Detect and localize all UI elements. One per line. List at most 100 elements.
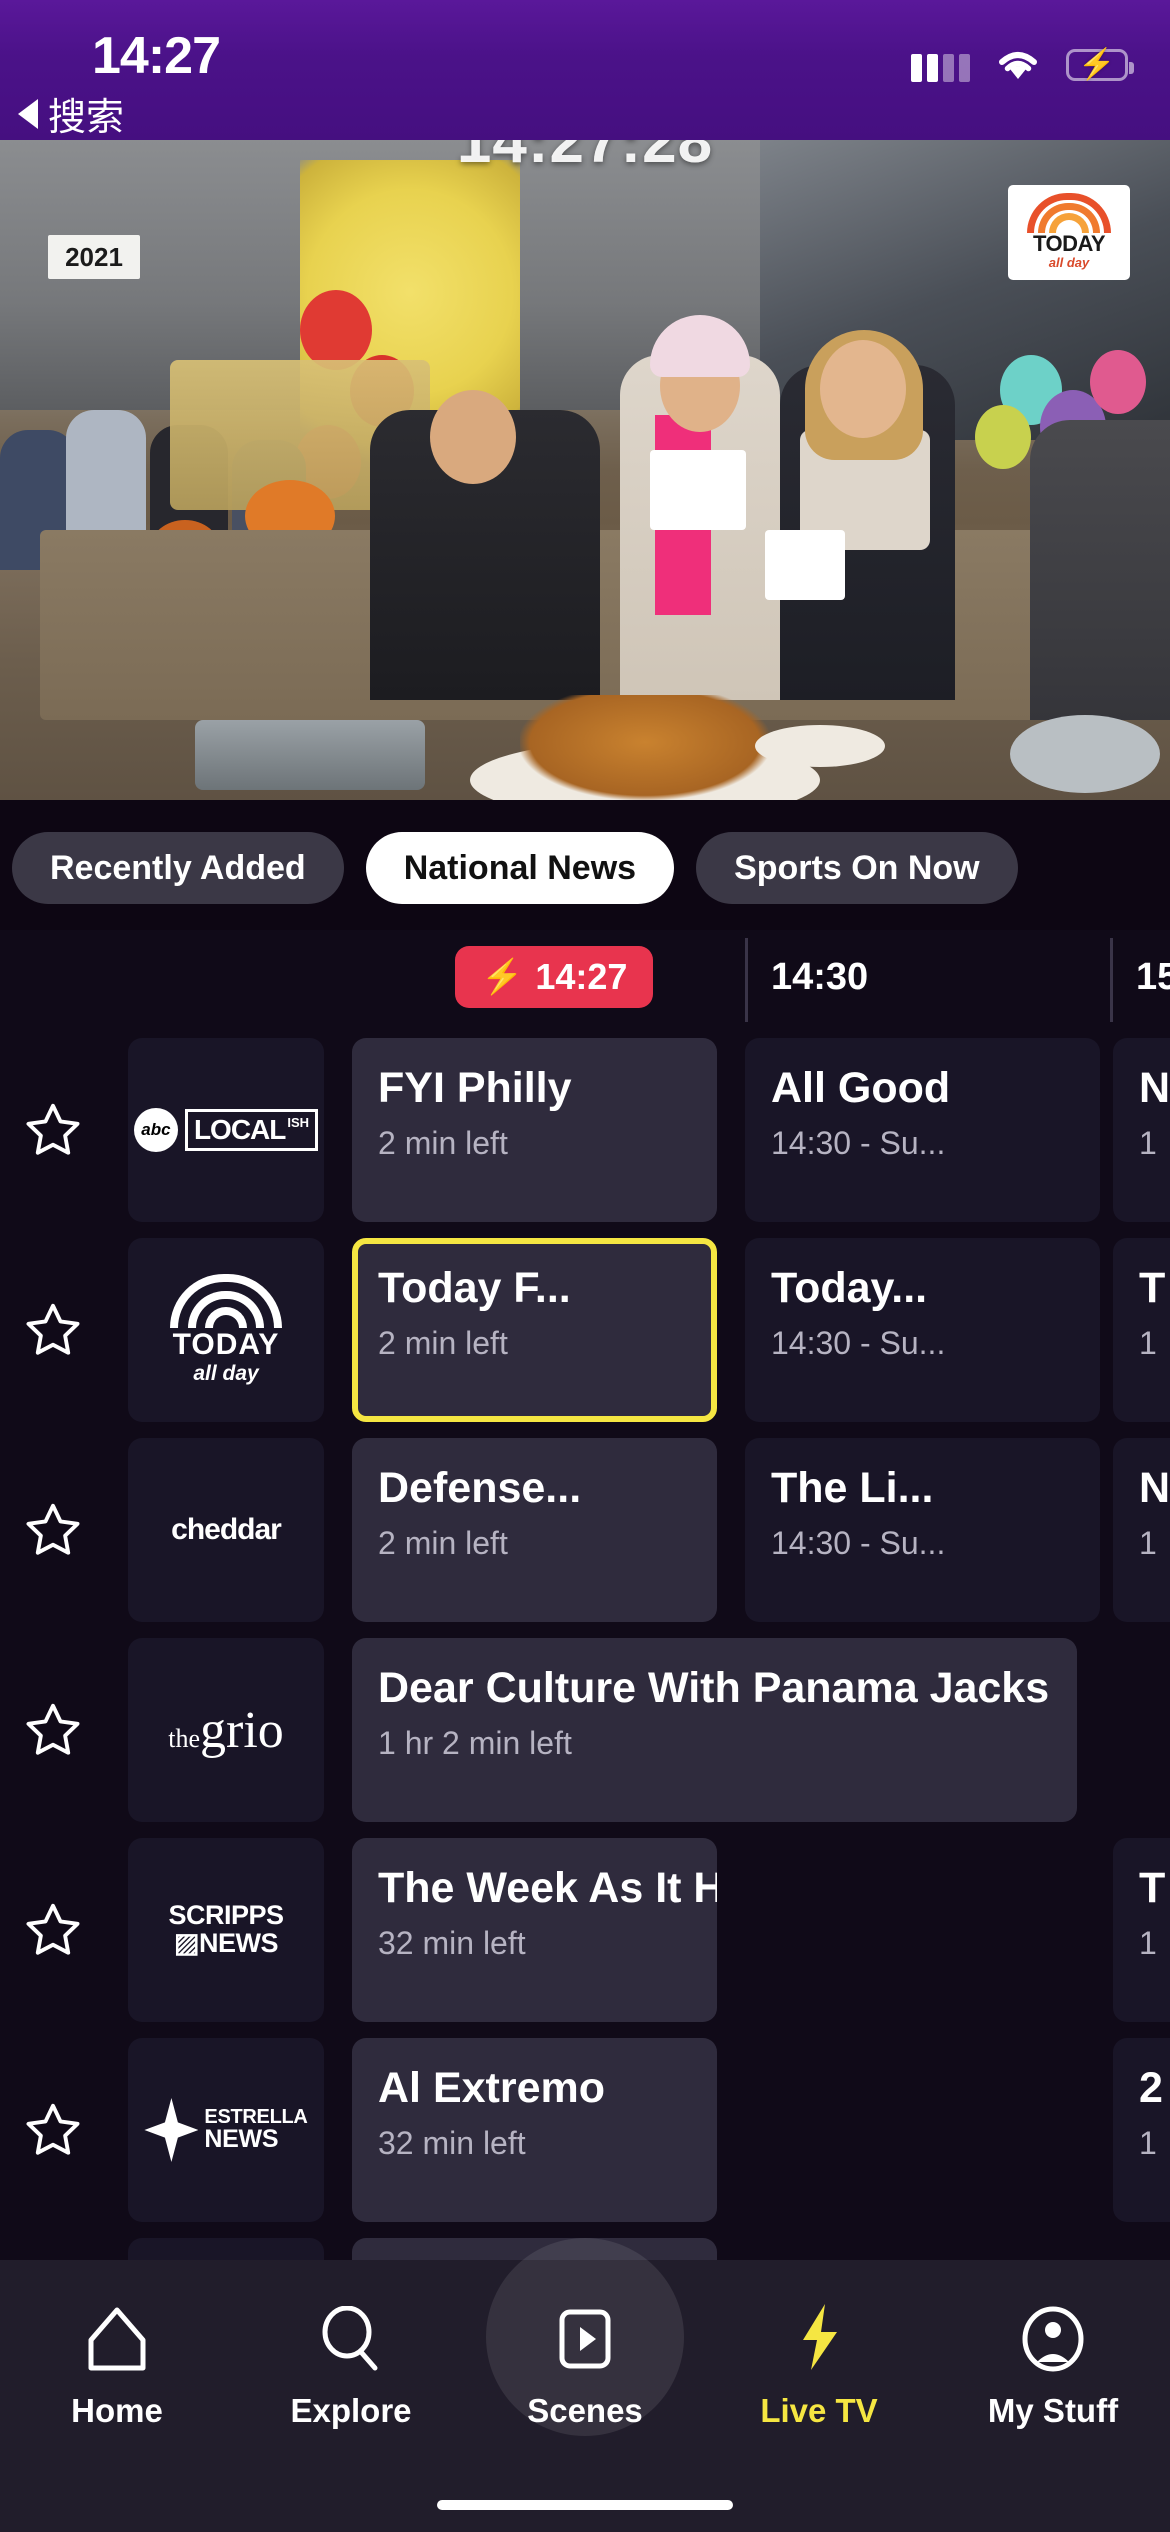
program-title: Al Extremo (378, 2064, 606, 2112)
program-cell-next[interactable]: The Li... 14:30 - Su... (745, 1438, 1100, 1622)
battery-charging-icon: ⚡ (1066, 49, 1134, 81)
program-subtitle: 2 min left (378, 1325, 508, 1362)
program-cell-next[interactable]: All Good 14:30 - Su... (745, 1038, 1100, 1222)
video-balloon (1090, 350, 1146, 414)
video-roast-turkey (520, 695, 770, 800)
program-cell-current[interactable]: The Week As It Happened 32 min left (352, 1838, 717, 2022)
channel-logo-estrella-news[interactable]: ESTRELLA NEWS (128, 2038, 324, 2222)
live-tv-guide[interactable]: ⚡ 14:27 14:30 15 abc LOCAL ISH FYI Phill… (0, 930, 1170, 2260)
channel-logo-today-all-day[interactable]: TODAY all day (128, 1238, 324, 1422)
video-year-sign: 2021 (48, 235, 140, 279)
filter-chip-row[interactable]: Recently Added National News Sports On N… (0, 812, 1170, 924)
channel-logo-localish[interactable]: abc LOCAL ISH (128, 1038, 324, 1222)
program-cell-later[interactable]: T 1 (1113, 1238, 1170, 1422)
table-row[interactable]: cheddar Defense... 2 min left The Li... … (0, 1430, 1170, 1630)
program-cell-current[interactable]: FYI Philly 2 min left (352, 1038, 717, 1222)
tab-live-tv-label: Live TV (760, 2392, 878, 2429)
video-side-plate (755, 725, 885, 767)
localish-logo-icon: abc LOCAL ISH (133, 1108, 319, 1152)
program-subtitle: 1 (1139, 1325, 1157, 1362)
localish-wordmark: LOCAL ISH (184, 1109, 319, 1151)
table-row[interactable]: ESTRELLA NEWS Al Extremo 32 min left 2 1 (0, 2030, 1170, 2230)
tab-home[interactable]: Home (0, 2300, 234, 2430)
table-row[interactable]: abc LOCAL ISH FYI Philly 2 min left All G… (0, 1030, 1170, 1230)
video-person-head (430, 390, 516, 484)
table-row[interactable]: the grio Dear Culture With Panama Jacks 1… (0, 1630, 1170, 1830)
channel-logo-thegrio[interactable]: the grio (128, 1638, 324, 1822)
news-word: NEWS (204, 2125, 279, 2154)
estrella-star-icon (144, 2098, 199, 2162)
program-cell-later[interactable]: N 1 (1113, 1438, 1170, 1622)
now-live-time: 14:27 (535, 956, 628, 997)
program-cell-later[interactable]: N 1 (1113, 1038, 1170, 1222)
filter-chip-national-news[interactable]: National News (365, 832, 675, 904)
video-skillet (1010, 715, 1160, 793)
guide-time-header: ⚡ 14:27 14:30 15 (0, 930, 1170, 1030)
watermark-line-1: TODAY (1032, 231, 1106, 257)
bottom-tab-bar[interactable]: Home Explore Scenes Live TV My Stuff (0, 2238, 1170, 2532)
program-cell-current[interactable]: Defense... 2 min left (352, 1438, 717, 1622)
abc-circle-icon: abc (133, 1108, 178, 1152)
today-all-day-logo-icon: TODAY all day (170, 1273, 282, 1386)
video-person-head (820, 340, 906, 438)
program-subtitle: 32 min left (378, 1925, 526, 1962)
video-balloon (975, 405, 1031, 469)
tab-scenes[interactable]: Scenes (468, 2238, 702, 2436)
all-day-wordmark: all day (193, 1361, 259, 1385)
star-outline-icon[interactable] (22, 1099, 84, 1161)
tab-explore-label: Explore (290, 2392, 412, 2429)
channel-logo-scripps-news[interactable]: SCRIPPS ▨NEWS (128, 1838, 324, 2022)
program-subtitle: 32 min left (378, 2125, 526, 2162)
wifi-icon (996, 48, 1040, 82)
back-to-search-button[interactable]: 搜索 (18, 86, 124, 141)
guide-rows: abc LOCAL ISH FYI Philly 2 min left All G… (0, 1030, 1170, 2260)
program-title: Today F... (378, 1264, 571, 1312)
program-cell-next[interactable]: Today... 14:30 - Su... (745, 1238, 1100, 1422)
program-title: T (1139, 1264, 1166, 1312)
home-icon (86, 2300, 148, 2372)
bolt-icon: ⚡ (481, 958, 524, 996)
tab-live-tv[interactable]: Live TV (702, 2300, 936, 2430)
program-subtitle: 1 (1139, 1525, 1157, 1562)
home-indicator[interactable] (437, 2500, 733, 2510)
star-outline-icon[interactable] (22, 1699, 84, 1761)
estrella-news-logo-icon: ESTRELLA NEWS (144, 2098, 308, 2162)
video-channel-watermark: TODAY all day (1008, 185, 1130, 280)
tab-explore[interactable]: Explore (234, 2300, 468, 2430)
program-cell-later[interactable]: T 1 (1113, 1838, 1170, 2022)
today-wordmark: TODAY (172, 1327, 280, 1361)
table-row[interactable]: SCRIPPS ▨NEWS The Week As It Happened 32… (0, 1830, 1170, 2030)
star-outline-icon[interactable] (22, 1499, 84, 1561)
filter-chip-recently-added[interactable]: Recently Added (12, 832, 344, 904)
program-cell-current-focused[interactable]: Today F... 2 min left (352, 1238, 717, 1422)
video-person-foreground (1030, 420, 1170, 720)
channel-logo-partial[interactable] (128, 2238, 324, 2260)
play-rect-icon (556, 2300, 614, 2372)
status-bar-indicators: ⚡ (911, 48, 1134, 82)
time-divider (745, 938, 748, 1022)
program-cell-current[interactable]: Dear Culture With Panama Jacks 1 hr 2 mi… (352, 1638, 1077, 1822)
cheddar-logo-icon: cheddar (171, 1513, 282, 1546)
star-outline-icon[interactable] (22, 2099, 84, 2161)
status-bar-clock: 14:27 (92, 27, 221, 85)
program-title: N (1139, 1464, 1170, 1512)
table-row[interactable]: TODAY all day Today F... 2 min left Toda… (0, 1230, 1170, 1430)
video-balloon (300, 290, 372, 370)
star-outline-icon[interactable] (22, 1899, 84, 1961)
tab-my-stuff[interactable]: My Stuff (936, 2300, 1170, 2430)
tab-home-label: Home (71, 2392, 163, 2429)
filter-chip-sports-on-now[interactable]: Sports On Now (696, 832, 1018, 904)
program-subtitle: 14:30 - Su... (771, 1125, 946, 1162)
video-player[interactable]: 2021 TODAY all day 14:27:28 (0, 140, 1170, 800)
program-subtitle: 1 hr 2 min left (378, 1725, 572, 1762)
tab-my-stuff-label: My Stuff (987, 2392, 1119, 2429)
video-roasting-pan (195, 720, 425, 790)
program-cell-later[interactable]: 2 1 (1113, 2038, 1170, 2222)
star-outline-icon[interactable] (22, 1299, 84, 1361)
program-title: All Good (771, 1064, 951, 1112)
program-title: T (1139, 1864, 1166, 1912)
channel-logo-cheddar[interactable]: cheddar (128, 1438, 324, 1622)
back-arrow-icon (18, 98, 38, 129)
program-cell-current[interactable]: Al Extremo 32 min left (352, 2038, 717, 2222)
program-subtitle: 2 min left (378, 1125, 508, 1162)
